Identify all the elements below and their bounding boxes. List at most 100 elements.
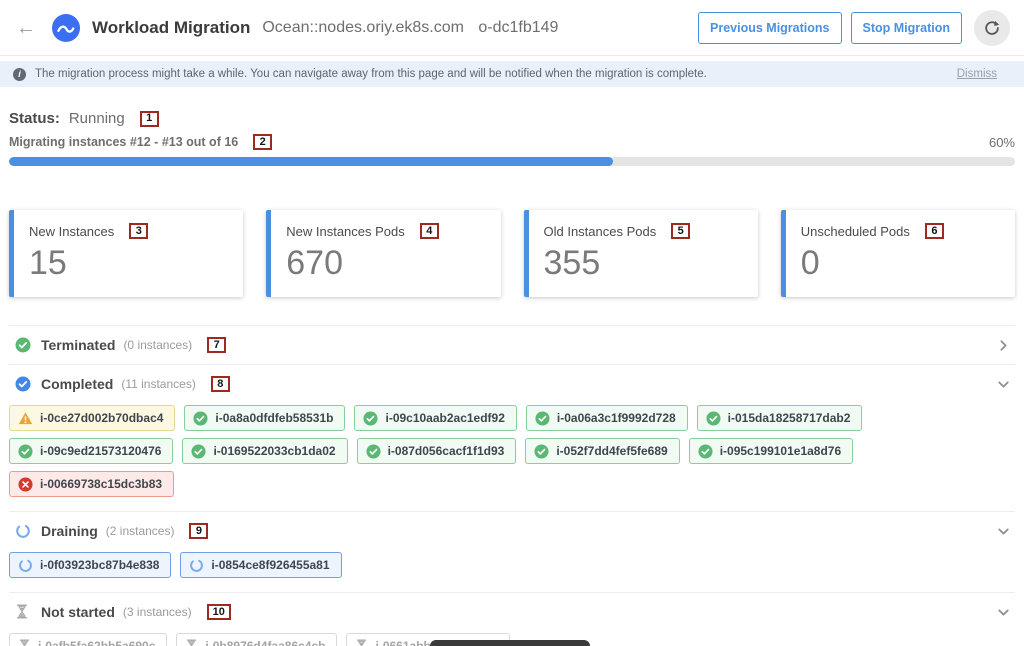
card-value: 15 — [29, 246, 228, 280]
check-icon — [706, 411, 721, 426]
instance-id: i-0ce27d002b70dbac4 — [40, 411, 163, 425]
instance-id: i-0afb5fa62bb5a690c — [38, 639, 155, 646]
section-header-draining[interactable]: Draining (2 instances) 9 — [9, 512, 1015, 550]
card-title: Old Instances Pods — [544, 224, 657, 239]
warning-icon — [18, 411, 33, 426]
progress-bar — [9, 157, 1015, 166]
instance-id: i-0854ce8f926455a81 — [211, 558, 329, 572]
hourglass-icon — [18, 639, 31, 646]
metric-card: Old Instances Pods 5 355 — [524, 210, 758, 297]
instance-id: i-0169522033cb1da02 — [213, 444, 335, 458]
annotation-badge-3: 3 — [129, 223, 148, 239]
hourglass-icon — [185, 639, 198, 646]
previous-migrations-button[interactable]: Previous Migrations — [698, 12, 841, 44]
progress-percent: 60% — [989, 135, 1015, 150]
error-icon — [18, 477, 33, 492]
annotation-badge-6: 6 — [925, 223, 944, 239]
check-icon — [698, 444, 713, 459]
section-header-not-started[interactable]: Not started (3 instances) 10 — [9, 593, 1015, 631]
status-value: Running — [69, 110, 125, 127]
chevron-down-icon[interactable] — [996, 524, 1011, 539]
annotation-badge-2: 2 — [253, 134, 272, 150]
page-title: Workload Migration — [92, 18, 250, 38]
section-count: (2 instances) — [106, 524, 175, 538]
refresh-button[interactable] — [974, 10, 1010, 46]
section-header-completed[interactable]: Completed (11 instances) 8 — [9, 365, 1015, 403]
chevron-down-icon[interactable] — [996, 605, 1011, 620]
instance-chip: i-0854ce8f926455a81 — [180, 552, 341, 578]
hourglass-icon — [355, 639, 368, 646]
spinner-blue-icon — [15, 523, 31, 539]
annotation-badge-7: 7 — [207, 337, 226, 353]
spinner-icon — [18, 558, 33, 573]
check-icon — [363, 411, 378, 426]
hourglass-gray-icon — [15, 604, 31, 620]
breadcrumb: Ocean::nodes.oriy.ek8s.com o-dc1fb149 — [262, 19, 558, 37]
section-draining: Draining (2 instances) 9 i-0f03923bc87b4… — [9, 511, 1015, 592]
check-icon — [191, 444, 206, 459]
instance-id: i-052f7dd4fef5fe689 — [556, 444, 667, 458]
progress-fill — [9, 157, 613, 166]
instance-id: i-09c10aab2ac1edf92 — [385, 411, 504, 425]
metric-card: New Instances 3 15 — [9, 210, 243, 297]
instance-chip: i-0a8a0dfdfeb58531b — [184, 405, 345, 431]
instance-id: i-0a06a3c1f9992d728 — [557, 411, 676, 425]
refresh-icon — [983, 19, 1001, 37]
instance-id: i-087d056cacf1f1d93 — [388, 444, 505, 458]
metric-card: New Instances Pods 4 670 — [266, 210, 500, 297]
stop-migration-button[interactable]: Stop Migration — [851, 12, 963, 44]
instance-chip-list: i-0ce27d002b70dbac4 i-0a8a0dfdfeb58531b … — [9, 403, 1015, 511]
annotation-badge-9: 9 — [189, 523, 208, 539]
card-value: 670 — [286, 246, 485, 280]
instance-chip: i-0f03923bc87b4e838 — [9, 552, 171, 578]
section-header-terminated[interactable]: Terminated (0 instances) 7 — [9, 326, 1015, 364]
check-icon — [366, 444, 381, 459]
status-row: Status: Running 1 — [9, 110, 1015, 127]
bottom-overlay-notch — [430, 640, 590, 646]
card-value: 355 — [544, 246, 743, 280]
section-count: (0 instances) — [123, 338, 192, 352]
instance-id: i-0a8a0dfdfeb58531b — [215, 411, 333, 425]
card-title: New Instances Pods — [286, 224, 405, 239]
ocean-id: o-dc1fb149 — [478, 19, 558, 36]
check-icon — [534, 444, 549, 459]
migration-detail-row: Migrating instances #12 - #13 out of 16 … — [9, 134, 1015, 150]
check-icon — [18, 444, 33, 459]
section-completed: Completed (11 instances) 8 i-0ce27d002b7… — [9, 364, 1015, 511]
instance-chip: i-015da18258717dab2 — [697, 405, 863, 431]
instance-chip: i-0afb5fa62bb5a690c — [9, 633, 167, 646]
check-circle-blue-icon — [15, 376, 31, 392]
chevron-right-icon[interactable] — [996, 338, 1011, 353]
instance-id: i-09c9ed21573120476 — [40, 444, 161, 458]
section-title: Completed — [41, 376, 113, 392]
ocean-logo-icon — [52, 14, 80, 42]
info-icon: i — [13, 68, 26, 81]
section-title: Terminated — [41, 337, 115, 353]
migration-detail: Migrating instances #12 - #13 out of 16 — [9, 135, 238, 149]
section-count: (3 instances) — [123, 605, 192, 619]
instance-sections: Terminated (0 instances) 7 Completed (11… — [9, 325, 1015, 646]
instance-chip: i-087d056cacf1f1d93 — [357, 438, 517, 464]
section-terminated: Terminated (0 instances) 7 — [9, 325, 1015, 364]
annotation-badge-4: 4 — [420, 223, 439, 239]
instance-id: i-095c199101e1a8d76 — [720, 444, 841, 458]
banner-text: The migration process might take a while… — [35, 68, 707, 80]
annotation-badge-10: 10 — [207, 604, 231, 620]
instance-id: i-0b8976d4faa86c4cb — [205, 639, 325, 646]
instance-id: i-015da18258717dab2 — [728, 411, 851, 425]
instance-chip: i-0ce27d002b70dbac4 — [9, 405, 175, 431]
card-title: New Instances — [29, 224, 114, 239]
section-title: Draining — [41, 523, 98, 539]
instance-chip: i-0a06a3c1f9992d728 — [526, 405, 688, 431]
check-icon — [535, 411, 550, 426]
back-arrow-icon[interactable]: ← — [16, 18, 36, 38]
section-title: Not started — [41, 604, 115, 620]
chevron-down-icon[interactable] — [996, 377, 1011, 392]
dismiss-link[interactable]: Dismiss — [957, 68, 997, 80]
instance-chip: i-0b8976d4faa86c4cb — [176, 633, 337, 646]
annotation-badge-5: 5 — [671, 223, 690, 239]
section-count: (11 instances) — [121, 377, 195, 391]
check-icon — [193, 411, 208, 426]
card-title: Unscheduled Pods — [801, 224, 910, 239]
info-banner: i The migration process might take a whi… — [0, 61, 1024, 87]
